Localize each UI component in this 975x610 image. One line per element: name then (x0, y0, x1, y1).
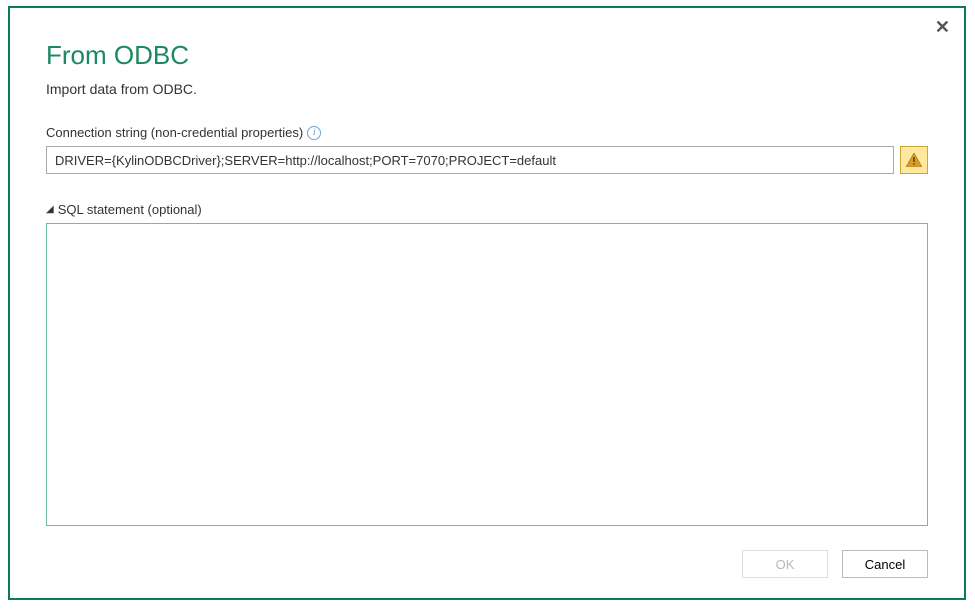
dialog-title: From ODBC (46, 40, 928, 71)
connection-string-label-text: Connection string (non-credential proper… (46, 125, 303, 140)
dialog-button-row: OK Cancel (46, 550, 928, 578)
cancel-button[interactable]: Cancel (842, 550, 928, 578)
dialog-subtitle: Import data from ODBC. (46, 81, 928, 97)
ok-button[interactable]: OK (742, 550, 828, 578)
sql-statement-toggle[interactable]: ◢ SQL statement (optional) (46, 202, 928, 217)
sql-statement-label-text: SQL statement (optional) (58, 202, 202, 217)
chevron-down-icon: ◢ (46, 204, 54, 215)
sql-statement-input[interactable] (46, 223, 928, 526)
connection-string-label: Connection string (non-credential proper… (46, 125, 928, 140)
connection-string-input[interactable] (46, 146, 894, 174)
connection-string-row (46, 146, 928, 174)
warning-icon[interactable] (900, 146, 928, 174)
info-icon[interactable]: i (307, 126, 321, 140)
odbc-dialog: ✕ From ODBC Import data from ODBC. Conne… (8, 6, 966, 600)
close-button[interactable]: ✕ (935, 18, 950, 36)
